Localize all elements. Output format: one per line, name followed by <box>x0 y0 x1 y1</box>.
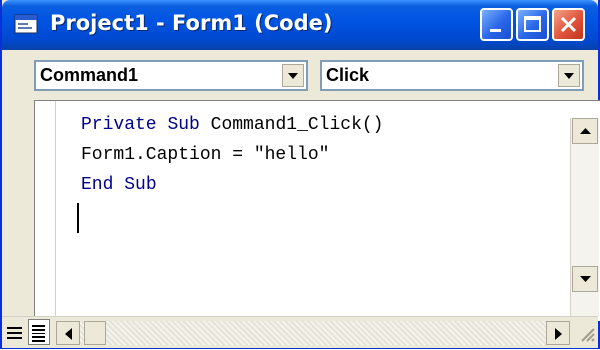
keyword: Sub <box>124 175 157 195</box>
scroll-right-button[interactable] <box>546 321 570 345</box>
chevron-down-icon <box>564 73 574 79</box>
margin-indicator-bar[interactable] <box>35 101 56 321</box>
close-icon <box>560 16 577 33</box>
scroll-left-button[interactable] <box>56 321 80 345</box>
code-line-1: Private Sub Command1_Click() <box>81 115 383 135</box>
horizontal-scroll-thumb[interactable] <box>84 321 106 345</box>
procedure-signature: Command1_Click() <box>210 115 384 135</box>
text-cursor <box>77 203 79 233</box>
window-title: Project1 - Form1 (Code) <box>50 11 333 35</box>
arrow-down-icon <box>580 276 591 282</box>
keyword: End <box>81 175 114 195</box>
procedure-view-icon <box>7 327 22 339</box>
vertical-scrollbar[interactable] <box>570 118 599 316</box>
procedure-view-button[interactable] <box>4 319 26 345</box>
form-icon[interactable] <box>14 13 38 35</box>
code-line-2: Form1.Caption = "hello" <box>81 145 330 165</box>
keyword: Private <box>81 115 157 135</box>
arrow-right-icon <box>555 328 562 340</box>
bottom-bar <box>2 316 598 348</box>
code-line-3: End Sub <box>81 175 157 195</box>
minimize-button[interactable] <box>480 8 513 41</box>
arrow-left-icon <box>65 328 72 340</box>
close-button[interactable] <box>552 8 585 41</box>
resize-grip-icon <box>581 328 595 342</box>
horizontal-scrollbar[interactable] <box>56 321 570 345</box>
code-editor[interactable]: Private Sub Command1_Click() Form1.Capti… <box>34 100 600 321</box>
full-module-view-icon <box>32 325 45 342</box>
procedure-combo[interactable]: Click <box>320 60 584 91</box>
object-combo-dropdown-button[interactable] <box>282 64 304 87</box>
object-combo-value: Command1 <box>40 65 139 85</box>
chevron-down-icon <box>288 73 298 79</box>
procedure-combo-dropdown-button[interactable] <box>558 64 580 87</box>
minimize-icon <box>490 29 501 32</box>
code-window: Project1 - Form1 (Code) Command1 Click P… <box>0 0 600 349</box>
resize-grip[interactable] <box>574 321 596 345</box>
object-combo[interactable]: Command1 <box>34 60 308 91</box>
maximize-button[interactable] <box>516 8 549 41</box>
scroll-up-button[interactable] <box>572 118 598 144</box>
procedure-combo-value: Click <box>326 65 370 85</box>
title-bar[interactable]: Project1 - Form1 (Code) <box>2 0 598 50</box>
full-module-view-button[interactable] <box>28 319 50 345</box>
arrow-up-icon <box>580 128 591 134</box>
keyword: Sub <box>167 115 200 135</box>
scroll-down-button[interactable] <box>572 266 598 292</box>
maximize-icon <box>524 16 541 32</box>
